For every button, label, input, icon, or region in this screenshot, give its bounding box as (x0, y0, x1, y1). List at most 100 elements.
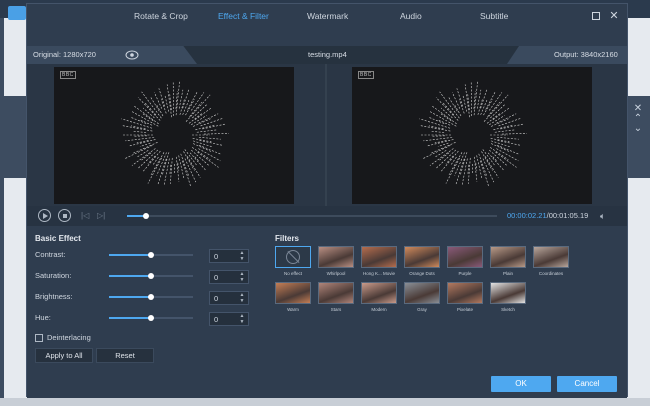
contrast-slider[interactable] (109, 252, 193, 258)
output-resolution: Output: 3840x2160 (554, 50, 618, 59)
playback-controls: |◁ ▷| 00:00:02.21/00:01:05.19 🔈︎ (27, 206, 627, 226)
spark-line (182, 99, 190, 115)
contrast-stepper[interactable]: 0 ▲ ▼ (209, 249, 249, 263)
spark-line (430, 130, 445, 133)
spark-line (477, 99, 483, 115)
spark-line (459, 152, 468, 176)
filter-item[interactable]: Pixelate (447, 282, 483, 312)
tab-audio[interactable]: Audio (400, 11, 422, 21)
stepper-arrows-icon[interactable]: ▲ ▼ (238, 313, 246, 325)
spark-line (491, 140, 511, 148)
stepper-arrows-icon[interactable]: ▲ ▼ (238, 250, 246, 262)
filter-item[interactable]: Purple (447, 246, 483, 276)
brightness-stepper[interactable]: 0 ▲ ▼ (209, 291, 249, 305)
tab-subtitle[interactable]: Subtitle (480, 11, 508, 21)
filter-item[interactable]: Sketch (490, 282, 526, 312)
apply-to-all-button[interactable]: Apply to All (35, 348, 93, 363)
info-bar: Original: 1280x720 testing.mp4 Output: 3… (27, 46, 627, 64)
spark-line (423, 137, 453, 142)
spark-line (178, 155, 185, 179)
spark-line (164, 95, 169, 112)
filter-item[interactable]: Whirlpool (318, 246, 354, 276)
play-button[interactable] (38, 209, 51, 222)
spark-line (142, 150, 161, 172)
spark-line (439, 91, 460, 119)
slider-fill (109, 296, 151, 298)
volume-icon[interactable]: 🔈︎ (600, 211, 605, 222)
slider-handle[interactable] (148, 315, 154, 321)
tab-watermark[interactable]: Watermark (307, 11, 348, 21)
spark-line (176, 156, 180, 182)
spark-line (191, 149, 209, 166)
saturation-label: Saturation: (35, 271, 72, 280)
filter-item[interactable]: No effect (275, 246, 311, 276)
spark-line (501, 133, 527, 135)
spark-line (140, 119, 153, 126)
next-frame-icon[interactable]: ▷| (97, 211, 105, 220)
spark-line (453, 103, 462, 117)
slider-handle[interactable] (148, 294, 154, 300)
hue-label: Hue: (35, 313, 51, 322)
spark-line (440, 150, 459, 172)
slider-handle[interactable] (148, 252, 154, 258)
filters-title: Filters (275, 234, 300, 243)
timeline-slider[interactable] (127, 213, 497, 219)
saturation-stepper[interactable]: 0 ▲ ▼ (209, 270, 249, 284)
spark-line (426, 139, 454, 147)
app-bottom-bar (0, 398, 650, 406)
ok-button[interactable]: OK (491, 376, 551, 392)
cancel-button[interactable]: Cancel (557, 376, 617, 392)
spark-line (166, 84, 172, 118)
slider-fill (109, 254, 151, 256)
filter-item[interactable]: Coordinates (533, 246, 569, 276)
app-right-controls[interactable]: ✕ ⌃ ⌄ (630, 104, 646, 144)
contrast-value: 0 (214, 252, 219, 261)
spark-line (170, 157, 173, 184)
app-logo-icon (8, 6, 26, 20)
minimize-icon[interactable] (590, 10, 602, 22)
tab-effect-filter[interactable]: Effect & Filter (218, 11, 269, 21)
filter-item[interactable]: Hong K... Movie (361, 246, 397, 276)
stop-button[interactable] (58, 209, 71, 222)
firework-burst (121, 80, 229, 187)
spark-line (434, 150, 447, 158)
spark-line (468, 157, 471, 184)
hue-slider[interactable] (109, 315, 193, 321)
spark-line (496, 136, 519, 140)
filter-item[interactable]: Plain (490, 246, 526, 276)
tab-rotate-crop[interactable]: Rotate & Crop (134, 11, 188, 21)
spark-line (155, 103, 164, 117)
deinterlacing-checkbox[interactable] (35, 334, 43, 342)
filter-label: No effect (284, 271, 302, 276)
spark-line (198, 136, 221, 140)
spark-line (497, 140, 520, 146)
stepper-arrows-icon[interactable]: ▲ ▼ (238, 292, 246, 304)
time-display: 00:00:02.21/00:01:05.19 (507, 211, 588, 220)
close-icon[interactable]: ✕ (608, 10, 620, 22)
spark-line (439, 152, 450, 161)
filter-item[interactable]: Orange Dots (404, 246, 440, 276)
slider-handle[interactable] (148, 273, 154, 279)
filter-label: Gray (417, 307, 427, 312)
spark-line (179, 99, 185, 115)
spark-line (152, 156, 159, 166)
stepper-arrows-icon[interactable]: ▲ ▼ (238, 271, 246, 283)
hue-stepper[interactable]: 0 ▲ ▼ (209, 312, 249, 326)
spark-line (172, 82, 175, 117)
preview-divider (325, 64, 327, 206)
previous-frame-icon[interactable]: |◁ (81, 211, 89, 220)
spark-line (474, 156, 478, 182)
bbc-logo: BBC (358, 71, 374, 79)
eye-icon[interactable] (125, 50, 139, 60)
filter-label: Pixelate (456, 307, 473, 312)
play-icon (43, 213, 48, 219)
brightness-slider[interactable] (109, 294, 193, 300)
saturation-slider[interactable] (109, 273, 193, 279)
filter-item[interactable]: Warm (275, 282, 311, 312)
filter-thumbnail (533, 246, 569, 268)
filter-item[interactable]: Modern (361, 282, 397, 312)
filter-item[interactable]: Gray (404, 282, 440, 312)
filter-item[interactable]: Stars (318, 282, 354, 312)
reset-button[interactable]: Reset (96, 348, 154, 363)
timeline-handle[interactable] (142, 213, 149, 219)
